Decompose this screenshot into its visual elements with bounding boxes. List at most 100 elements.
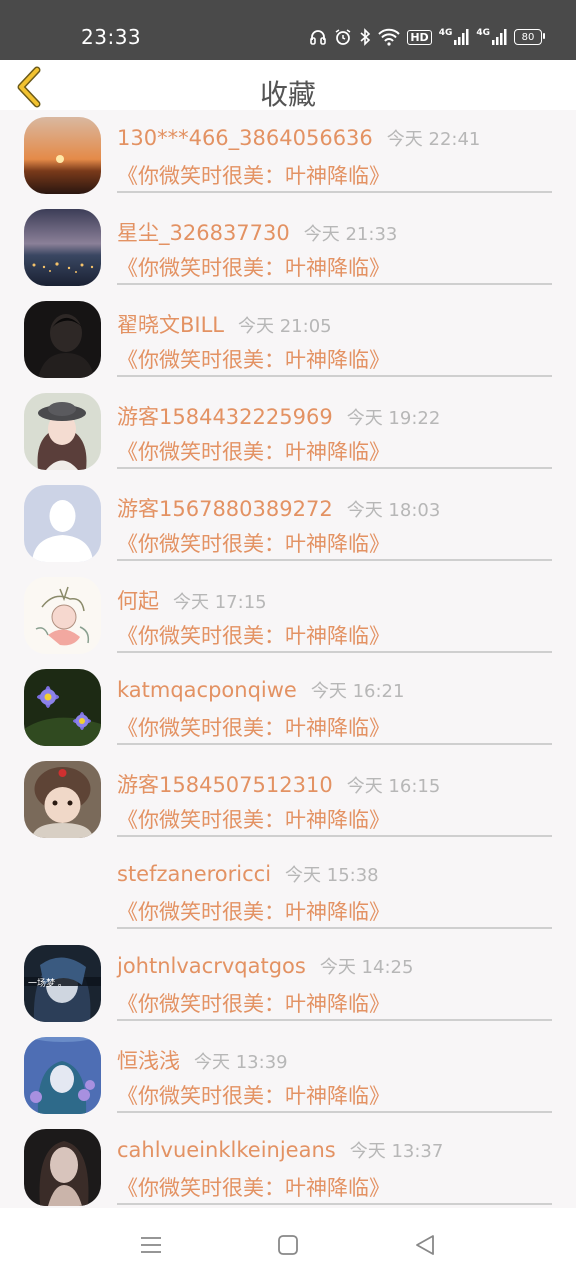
username: 何起 [117,589,159,613]
page-title: 收藏 [259,78,316,111]
alarm-icon [334,28,352,46]
avatar-caption: 一场梦 。 [28,979,67,989]
item-book-title[interactable]: 《你微笑时很美：叶神降临》 [117,620,390,650]
home-square-icon [278,1235,298,1255]
list-item[interactable]: 130***466_3864056636 今天 22:41 《你微笑时很美：叶神降… [0,110,576,202]
avatar[interactable] [24,761,101,838]
favorites-list[interactable]: 130***466_3864056636 今天 22:41 《你微笑时很美：叶神降… [0,110,576,1208]
list-item[interactable]: stefzaneroricci 今天 15:38 《你微笑时很美：叶神降临》 [0,846,576,938]
username: 游客1584507512310 [117,773,333,797]
item-time: 今天 21:33 [303,224,398,245]
item-time: 今天 13:37 [349,1141,444,1162]
avatar[interactable] [24,117,101,194]
list-item[interactable]: 游客1584507512310 今天 16:15 《你微笑时很美：叶神降临》 [0,754,576,846]
item-time: 今天 15:38 [285,865,379,886]
divider [117,375,552,377]
avatar[interactable]: 一场梦 。 [24,945,101,1022]
item-book-title[interactable]: 《你微笑时很美：叶神降临》 [117,436,390,466]
list-item[interactable]: 游客1567880389272 今天 18:03 《你微笑时很美：叶神降临》 [0,478,576,570]
divider [117,467,552,469]
list-item[interactable]: 翟晓文BILL 今天 21:05 《你微笑时很美：叶神降临》 [0,294,576,386]
username: 游客1584432225969 [117,405,333,429]
status-time: 23:33 [81,25,142,49]
divider [117,1111,552,1113]
menu-button[interactable] [136,1230,166,1260]
item-username: 翟晓文BILL 今天 21:05 [117,309,332,339]
username: 130***466_3864056636 [117,126,373,150]
item-book-title[interactable]: 《你微笑时很美：叶神降临》 [117,528,390,558]
avatar[interactable] [24,1129,101,1206]
username: stefzaneroricci [117,862,272,886]
system-back-button[interactable] [410,1230,440,1260]
item-book-title[interactable]: 《你微笑时很美：叶神降临》 [117,344,390,374]
back-triangle-icon [416,1235,434,1255]
avatar[interactable] [24,485,101,562]
navigation-bar [0,1208,576,1280]
item-username: 恒浅浅 今天 13:39 [117,1045,288,1075]
avatar[interactable] [24,1037,101,1114]
item-book-title[interactable]: 《你微笑时很美：叶神降临》 [117,712,390,742]
item-time: 今天 18:03 [346,500,441,521]
list-item[interactable]: 恒浅浅 今天 13:39 《你微笑时很美：叶神降临》 [0,1030,576,1122]
default-person-icon [24,485,101,562]
list-item[interactable]: 一场梦 。 johtnlvacrvqatgos 今天 14:25 《你微笑时很美：… [0,938,576,1030]
item-username: stefzaneroricci 今天 15:38 [117,861,379,887]
divider [117,1203,552,1205]
item-time: 今天 13:39 [194,1052,288,1073]
item-book-title[interactable]: 《你微笑时很美：叶神降临》 [117,896,390,926]
item-username: johtnlvacrvqatgos 今天 14:25 [117,953,413,979]
list-item[interactable]: katmqacponqiwe 今天 16:21 《你微笑时很美：叶神降临》 [0,662,576,754]
item-book-title[interactable]: 《你微笑时很美：叶神降临》 [117,804,390,834]
item-book-title[interactable]: 《你微笑时很美：叶神降临》 [117,1080,390,1110]
avatar[interactable] [24,669,101,746]
signal-icon: 4G [476,28,507,46]
divider [117,743,552,745]
wifi-icon [378,28,401,46]
username: 恒浅浅 [117,1049,180,1073]
item-time: 今天 19:22 [346,408,441,429]
item-time: 今天 22:41 [386,129,481,150]
item-username: cahlvueinklkeinjeans 今天 13:37 [117,1137,443,1163]
hd-icon: HD [407,29,432,45]
item-username: 游客1567880389272 今天 18:03 [117,493,440,523]
item-username: 130***466_3864056636 今天 22:41 [117,125,480,151]
item-book-title[interactable]: 《你微笑时很美：叶神降临》 [117,1172,390,1202]
username: 游客1567880389272 [117,497,333,521]
divider [117,651,552,653]
divider [117,835,552,837]
avatar[interactable] [24,577,101,654]
item-time: 今天 14:25 [319,957,414,978]
item-book-title[interactable]: 《你微笑时很美：叶神降临》 [117,160,390,190]
battery-level: 80 [521,31,535,43]
list-item[interactable]: 星尘_326837730 今天 21:33 《你微笑时很美：叶神降临》 [0,202,576,294]
username: katmqacponqiwe [117,678,297,702]
header: 收藏 [0,60,576,111]
menu-icon [141,1237,161,1253]
avatar[interactable] [24,301,101,378]
item-book-title[interactable]: 《你微笑时很美：叶神降临》 [117,252,390,282]
divider [117,559,552,561]
list-item[interactable]: cahlvueinklkeinjeans 今天 13:37 《你微笑时很美：叶神降… [0,1122,576,1208]
status-bar: 23:33 HD 4G 4G 80 [0,0,576,60]
list-item[interactable]: 游客1584432225969 今天 19:22 《你微笑时很美：叶神降临》 [0,386,576,478]
item-username: 游客1584432225969 今天 19:22 [117,401,440,431]
divider [117,1019,552,1021]
item-username: 何起 今天 17:15 [117,585,267,615]
item-time: 今天 21:05 [238,316,332,337]
bluetooth-icon [359,28,371,46]
avatar[interactable] [24,853,101,930]
item-time: 今天 16:15 [346,776,441,797]
item-book-title[interactable]: 《你微笑时很美：叶神降临》 [117,988,390,1018]
item-time: 今天 17:15 [173,592,267,613]
list-item[interactable]: 何起 今天 17:15 《你微笑时很美：叶神降临》 [0,570,576,662]
username: johtnlvacrvqatgos [117,954,306,978]
headphones-icon [309,28,327,46]
avatar[interactable] [24,209,101,286]
item-username: 星尘_326837730 今天 21:33 [117,217,397,247]
avatar[interactable] [24,393,101,470]
divider [117,283,552,285]
item-username: 游客1584507512310 今天 16:15 [117,769,440,799]
username: 翟晓文BILL [117,313,224,337]
item-username: katmqacponqiwe 今天 16:21 [117,677,404,703]
home-button[interactable] [273,1230,303,1260]
